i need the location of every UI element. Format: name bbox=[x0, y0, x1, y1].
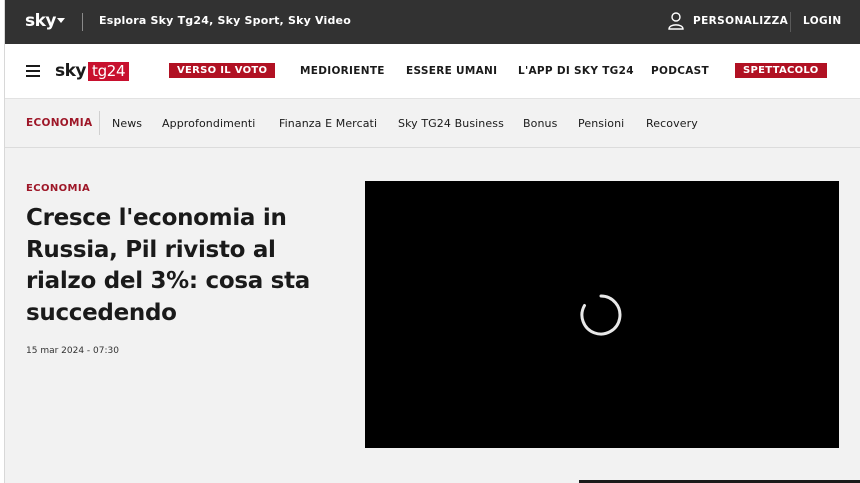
login-button[interactable]: LOGIN bbox=[803, 15, 842, 27]
main-nav: sky tg24 VERSO IL VOTO MEDIORIENTE ESSER… bbox=[5, 44, 860, 99]
explore-link[interactable]: Esplora Sky Tg24, Sky Sport, Sky Video bbox=[99, 14, 351, 27]
sky-logo[interactable]: sky bbox=[25, 11, 57, 31]
section-item-finanza[interactable]: Finanza E Mercati bbox=[279, 117, 377, 130]
nav-item-spettacolo[interactable]: SPETTACOLO bbox=[735, 63, 827, 78]
chevron-down-icon[interactable] bbox=[57, 18, 65, 23]
section-title[interactable]: ECONOMIA bbox=[26, 117, 92, 129]
article-kicker[interactable]: ECONOMIA bbox=[26, 183, 90, 194]
article-headline: Cresce l'economia in Russia, Pil rivisto… bbox=[26, 205, 310, 326]
nav-item-app[interactable]: L'APP DI SKY TG24 bbox=[518, 65, 634, 77]
user-icon[interactable] bbox=[668, 12, 684, 30]
loading-spinner-icon bbox=[580, 294, 622, 336]
nav-item-podcast[interactable]: PODCAST bbox=[651, 65, 709, 77]
brand-tg24: tg24 bbox=[88, 62, 130, 81]
nav-item-essere-umani[interactable]: ESSERE UMANI bbox=[406, 65, 497, 77]
video-player[interactable] bbox=[365, 181, 839, 448]
article-date: 15 mar 2024 - 07:30 bbox=[26, 346, 119, 356]
menu-icon[interactable] bbox=[26, 65, 40, 77]
nav-item-medioriente[interactable]: MEDIORIENTE bbox=[300, 65, 385, 77]
section-item-business[interactable]: Sky TG24 Business bbox=[398, 117, 504, 130]
section-item-news[interactable]: News bbox=[112, 117, 142, 130]
section-nav: ECONOMIA News Approfondimenti Finanza E … bbox=[5, 99, 860, 148]
section-item-pensioni[interactable]: Pensioni bbox=[578, 117, 624, 130]
divider bbox=[99, 111, 100, 135]
page: sky Esplora Sky Tg24, Sky Sport, Sky Vid… bbox=[4, 0, 860, 483]
section-item-approfondimenti[interactable]: Approfondimenti bbox=[162, 117, 255, 130]
divider bbox=[82, 13, 83, 31]
personalize-button[interactable]: PERSONALIZZA bbox=[693, 15, 788, 27]
top-bar: sky Esplora Sky Tg24, Sky Sport, Sky Vid… bbox=[5, 0, 860, 44]
nav-item-verso-il-voto[interactable]: VERSO IL VOTO bbox=[169, 63, 276, 78]
section-item-bonus[interactable]: Bonus bbox=[523, 117, 557, 130]
brand-sky: sky bbox=[55, 61, 87, 81]
divider bbox=[790, 12, 791, 32]
section-item-recovery[interactable]: Recovery bbox=[646, 117, 698, 130]
